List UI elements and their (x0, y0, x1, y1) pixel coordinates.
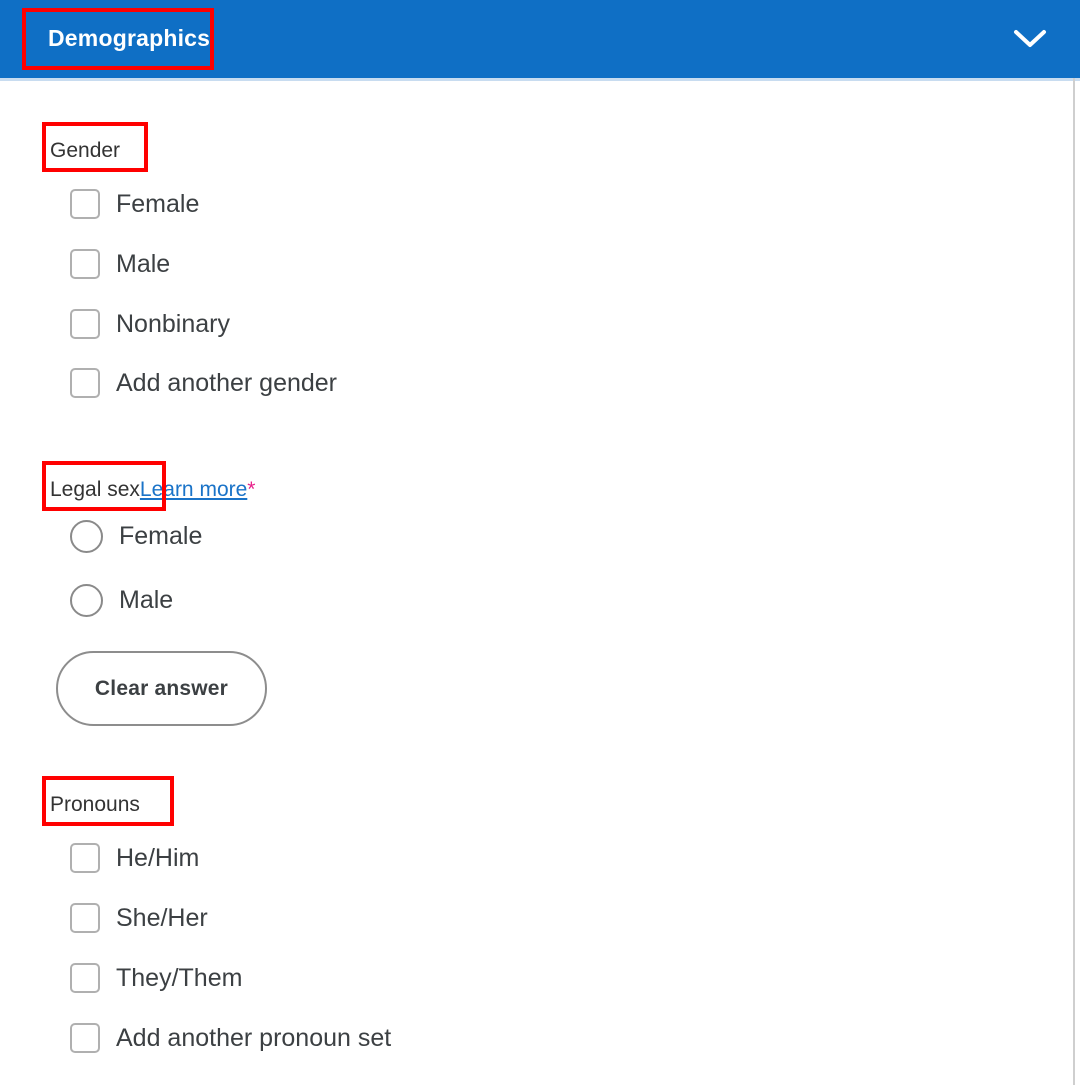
required-asterisk: * (247, 478, 256, 501)
gender-label: Gender (50, 139, 121, 162)
option-label: Male (119, 586, 174, 614)
checkbox-icon[interactable] (70, 1023, 100, 1053)
option-label: Add another gender (116, 369, 338, 397)
radio-icon[interactable] (70, 583, 103, 617)
checkbox-gender-nonbinary[interactable]: Nonbinary (70, 307, 230, 341)
radio-icon[interactable] (70, 519, 103, 553)
checkbox-gender-add-another[interactable]: Add another gender (70, 366, 337, 400)
learn-more-link[interactable]: Learn more (140, 478, 247, 501)
checkbox-pronouns-he-him[interactable]: He/Him (70, 841, 199, 875)
demographics-panel: Demographics Gender Female Male Nonbinar… (0, 0, 1080, 1085)
checkbox-icon[interactable] (70, 368, 100, 398)
checkbox-gender-male[interactable]: Male (70, 247, 170, 281)
chevron-down-icon[interactable] (1006, 18, 1054, 60)
radio-legal-sex-female[interactable]: Female (70, 519, 202, 553)
page-title: Demographics (48, 25, 211, 51)
clear-answer-button[interactable]: Clear answer (56, 651, 267, 726)
checkbox-pronouns-add-another[interactable]: Add another pronoun set (70, 1021, 391, 1055)
checkbox-icon[interactable] (70, 309, 100, 339)
option-label: They/Them (116, 964, 243, 992)
legal-sex-label: Legal sex (50, 478, 140, 501)
demographics-section-header[interactable]: Demographics (0, 0, 1080, 78)
radio-legal-sex-male[interactable]: Male (70, 583, 173, 617)
checkbox-icon[interactable] (70, 189, 100, 219)
panel-right-border (1073, 78, 1075, 1085)
checkbox-gender-female[interactable]: Female (70, 187, 199, 221)
option-label: Add another pronoun set (116, 1024, 392, 1052)
checkbox-icon[interactable] (70, 963, 100, 993)
option-label: Male (116, 250, 171, 278)
option-label: Female (116, 190, 200, 218)
option-label: Nonbinary (116, 310, 230, 338)
option-label: She/Her (116, 904, 208, 932)
checkbox-icon[interactable] (70, 249, 100, 279)
checkbox-pronouns-they-them[interactable]: They/Them (70, 961, 242, 995)
checkbox-icon[interactable] (70, 843, 100, 873)
checkbox-icon[interactable] (70, 903, 100, 933)
pronouns-label: Pronouns (50, 793, 140, 816)
option-label: He/Him (116, 844, 200, 872)
checkbox-pronouns-she-her[interactable]: She/Her (70, 901, 208, 935)
header-underline (0, 78, 1080, 81)
legal-sex-label-row: Legal sexLearn more* (50, 477, 255, 503)
option-label: Female (119, 522, 203, 550)
